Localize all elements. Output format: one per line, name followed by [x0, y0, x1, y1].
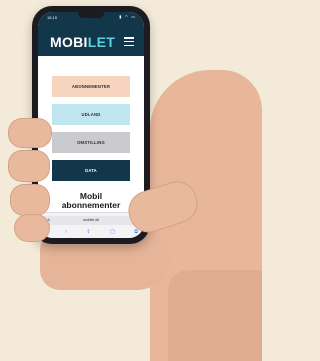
nav-button-abonnementer[interactable]: ABONNEMENTER	[52, 76, 130, 97]
status-time: 15.15	[47, 15, 58, 20]
logo-text-mobi: MOBI	[50, 34, 88, 50]
mobilet-logo[interactable]: MOBILET	[50, 34, 115, 50]
wrist	[168, 270, 262, 361]
menu-bar-1	[124, 37, 134, 39]
tabs-icon[interactable]: ⧉	[134, 229, 138, 235]
finger-1	[8, 118, 52, 148]
menu-bar-2	[124, 40, 134, 43]
menu-bar-3	[124, 44, 134, 46]
forward-icon[interactable]: ›	[65, 229, 67, 235]
page-content: ABONNEMENTER UDLAND OMSTILLING DATA Mobi…	[38, 56, 144, 212]
phone-notch	[78, 12, 104, 18]
bookmarks-icon[interactable]: ▢	[110, 229, 115, 235]
finger-2	[8, 150, 50, 182]
scene: 15.15 ▮ ◠ ▭ MOBILET ABONNEMENTER UDLAND …	[0, 0, 262, 361]
nav-button-data[interactable]: DATA	[52, 160, 130, 181]
address-bar[interactable]: AA mobilet.dk ↻	[42, 216, 140, 225]
finger-4	[14, 214, 50, 242]
finger-3	[10, 184, 50, 216]
nav-button-omstilling[interactable]: OMSTILLING	[52, 132, 130, 153]
site-header: 15.15 ▮ ◠ ▭ MOBILET	[38, 12, 144, 56]
status-icons: ▮ ◠ ▭	[119, 14, 136, 19]
url-text: mobilet.dk	[82, 218, 100, 222]
hamburger-menu-icon[interactable]	[124, 37, 134, 46]
nav-button-udland[interactable]: UDLAND	[52, 104, 130, 125]
browser-toolbar: ‹ › ⇪ ▢ ⧉	[44, 228, 138, 236]
share-icon[interactable]: ⇪	[86, 229, 90, 235]
logo-text-let: LET	[87, 34, 116, 50]
